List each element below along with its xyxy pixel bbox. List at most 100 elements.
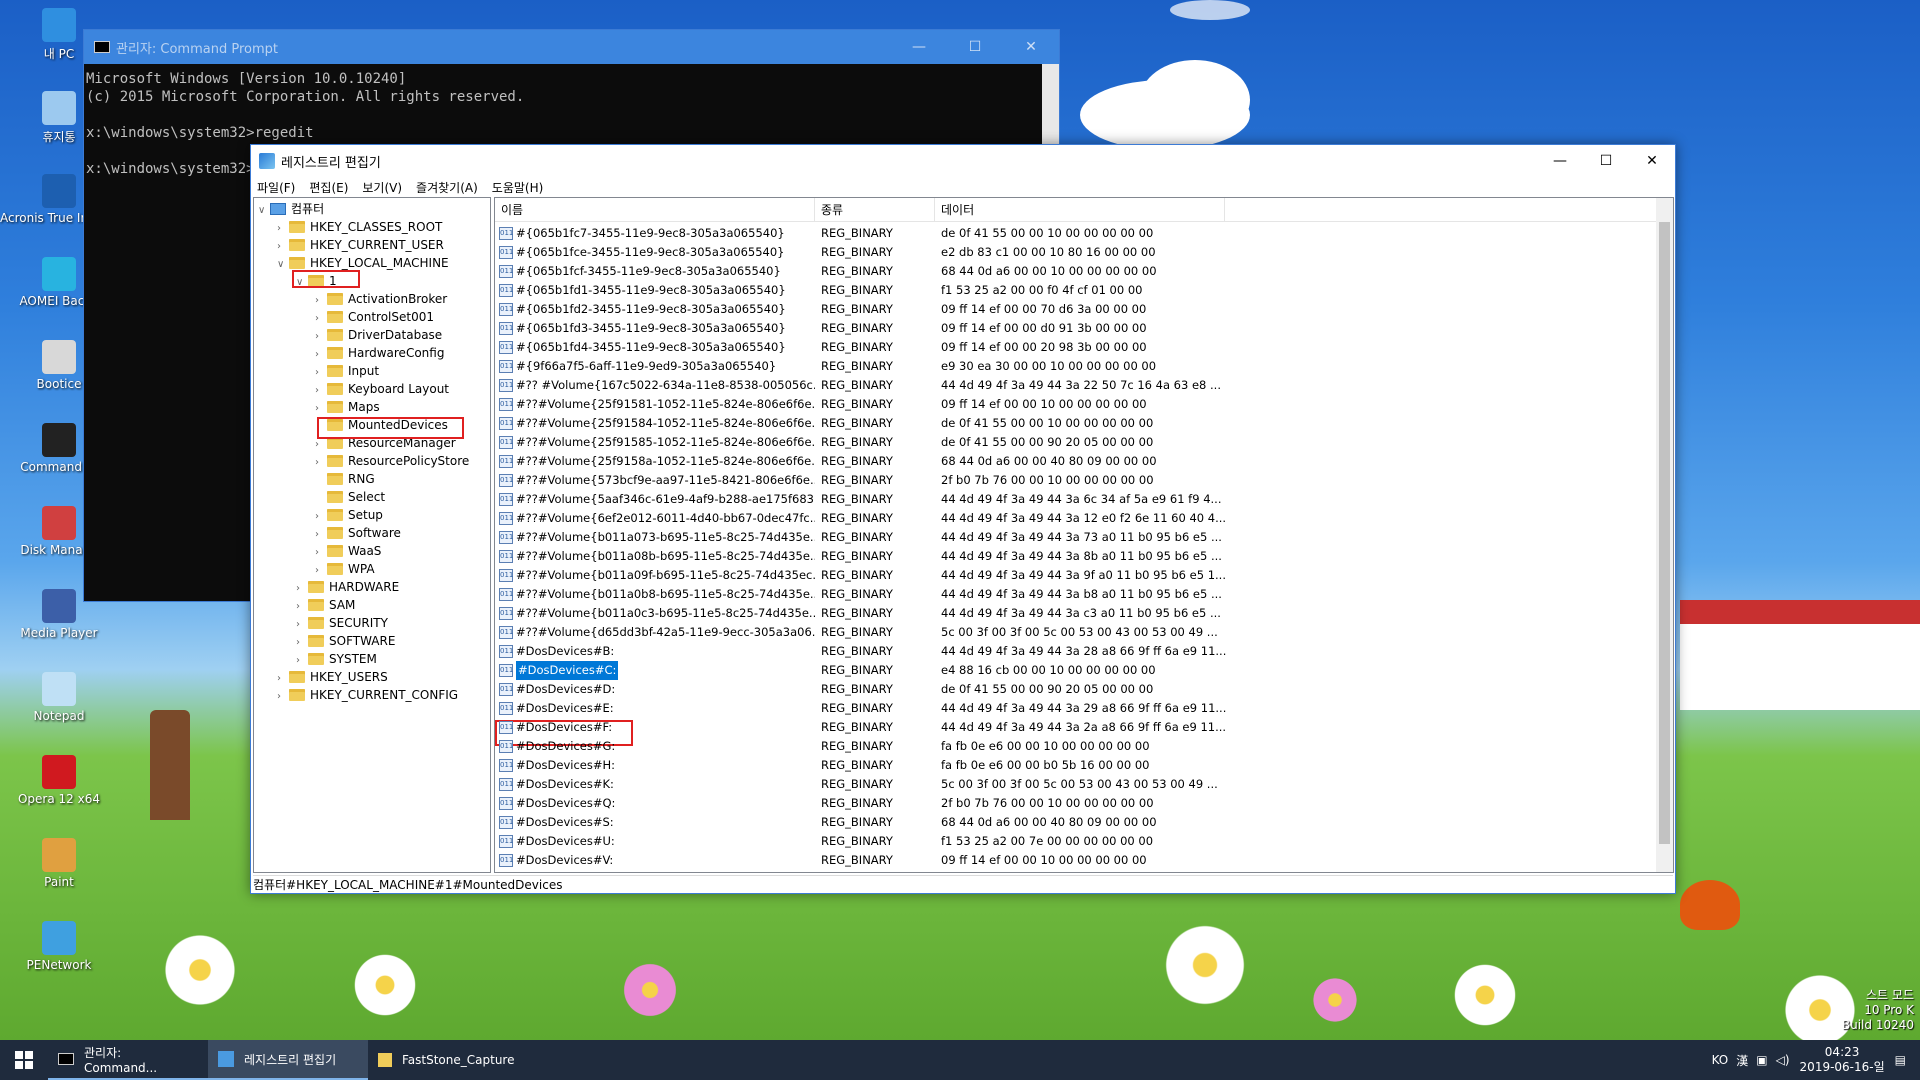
tree-node[interactable]: › WPA: [315, 560, 375, 578]
tree-node[interactable]: › Keyboard Layout: [315, 380, 449, 398]
taskbar-item-regedit[interactable]: 레지스트리 편집기: [208, 1040, 368, 1080]
table-row[interactable]: 011 #??#Volume{d65dd3bf-42a5-11e9-9ecc-30…: [499, 623, 1235, 642]
table-row[interactable]: 011 #?? #Volume{167c5022-634a-11e8-8538-0…: [499, 376, 1235, 395]
minimize-icon[interactable]: —: [1537, 153, 1583, 169]
taskbar-item-command-prompt[interactable]: 관리자: Command...: [48, 1040, 208, 1080]
scrollbar-thumb[interactable]: [1659, 222, 1670, 844]
taskbar-item-faststone[interactable]: FastStone_Capture: [368, 1040, 528, 1080]
list-scrollbar[interactable]: [1656, 198, 1673, 872]
close-icon[interactable]: ✕: [1003, 39, 1059, 55]
tree-node[interactable]: Select: [315, 488, 385, 506]
table-row[interactable]: 011 #DosDevices#V: REG_BINARY 09 ff 14 ef 0…: [499, 851, 1235, 870]
table-row[interactable]: 011 #DosDevices#G: REG_BINARY fa fb 0e e6 0…: [499, 737, 1235, 756]
registry-editor-window[interactable]: 레지스트리 편집기 — ☐ ✕ 파일(F) 편집(E) 보기(V) 즐겨찾기(A…: [250, 144, 1676, 894]
table-row[interactable]: 011 #{065b1fce-3455-11e9-9ec8-305a3a06554…: [499, 243, 1235, 262]
table-row[interactable]: 011 #DosDevices#K: REG_BINARY 5c 00 3f 00 3…: [499, 775, 1235, 794]
column-name[interactable]: 이름: [495, 198, 815, 221]
ime-hanja-icon[interactable]: 漢: [1736, 1052, 1748, 1069]
regedit-titlebar[interactable]: 레지스트리 편집기 — ☐ ✕: [251, 145, 1675, 177]
menu-favorites[interactable]: 즐겨찾기(A): [416, 179, 478, 196]
chevron-down-icon[interactable]: ∨: [258, 202, 270, 220]
close-icon[interactable]: ✕: [1629, 153, 1675, 169]
flower: [1450, 960, 1520, 1030]
menu-view[interactable]: 보기(V): [362, 179, 402, 196]
ime-indicator[interactable]: KO: [1712, 1053, 1729, 1067]
table-row[interactable]: 011 #DosDevices#S: REG_BINARY 68 44 0d a6 0…: [499, 813, 1235, 832]
column-type[interactable]: 종류: [815, 198, 935, 221]
tree-node[interactable]: › HKEY_CURRENT_CONFIG: [277, 686, 458, 704]
table-row[interactable]: 011 #??#Volume{25f91584-1052-11e5-824e-80…: [499, 414, 1235, 433]
tree-node[interactable]: › WaaS: [315, 542, 381, 560]
table-row[interactable]: 011 #DosDevices#U: REG_BINARY f1 53 25 a2 0…: [499, 832, 1235, 851]
network-icon[interactable]: ▣: [1756, 1053, 1767, 1067]
tree-node[interactable]: › HARDWARE: [296, 578, 399, 596]
value-list[interactable]: 이름 종류 데이터 011 #{065b1fc7-3455-11e9-9ec8-3…: [494, 197, 1674, 873]
table-row[interactable]: 011 #??#Volume{b011a09f-b695-11e5-8c25-74…: [499, 566, 1235, 585]
table-row[interactable]: 011 #DosDevices#B: REG_BINARY 44 4d 49 4f 3…: [499, 642, 1235, 661]
table-row[interactable]: 011 #??#Volume{b011a0b8-b695-11e5-8c25-74…: [499, 585, 1235, 604]
tree-node[interactable]: › Input: [315, 362, 379, 380]
table-row[interactable]: 011 #DosDevices#F: REG_BINARY 44 4d 49 4f 3…: [499, 718, 1235, 737]
desktop-icon[interactable]: Notepad: [0, 672, 118, 723]
column-data[interactable]: 데이터: [935, 198, 1225, 221]
binary-value-icon: 011: [499, 588, 513, 601]
table-row[interactable]: 011 #{065b1fc7-3455-11e9-9ec8-305a3a06554…: [499, 224, 1235, 243]
desktop-icon[interactable]: Paint: [0, 838, 118, 889]
tree-node[interactable]: › Software: [315, 524, 401, 542]
tree-node[interactable]: › ControlSet001: [315, 308, 434, 326]
table-row[interactable]: 011 #??#Volume{b011a08b-b695-11e5-8c25-74…: [499, 547, 1235, 566]
tree-node[interactable]: › SYSTEM: [296, 650, 377, 668]
chevron-right-icon[interactable]: ›: [277, 688, 289, 706]
maximize-icon[interactable]: ☐: [1583, 153, 1629, 169]
tree-node[interactable]: › SAM: [296, 596, 355, 614]
tree-node[interactable]: › Maps: [315, 398, 380, 416]
table-row[interactable]: 011 #{9f66a7f5-6aff-11e9-9ed9-305a3a06554…: [499, 357, 1235, 376]
table-row[interactable]: 011 #??#Volume{6ef2e012-6011-4d40-bb67-0d…: [499, 509, 1235, 528]
table-row[interactable]: 011 #{065b1fd4-3455-11e9-9ec8-305a3a06554…: [499, 338, 1235, 357]
clock[interactable]: 04:23 2019-06-16-일: [1800, 1045, 1885, 1075]
table-row[interactable]: 011 #{065b1fcf-3455-11e9-9ec8-305a3a06554…: [499, 262, 1235, 281]
minimize-icon[interactable]: —: [891, 39, 947, 55]
table-row[interactable]: 011 #??#Volume{25f91581-1052-11e5-824e-80…: [499, 395, 1235, 414]
computer-icon: [270, 203, 286, 215]
table-row[interactable]: 011 #DosDevices#E: REG_BINARY 44 4d 49 4f 3…: [499, 699, 1235, 718]
tree-node[interactable]: › SOFTWARE: [296, 632, 395, 650]
table-row[interactable]: 011 #??#Volume{25f9158a-1052-11e5-824e-80…: [499, 452, 1235, 471]
tree-node[interactable]: › DriverDatabase: [315, 326, 442, 344]
tree-node[interactable]: › SECURITY: [296, 614, 388, 632]
tree-node[interactable]: › ResourcePolicyStore: [315, 452, 469, 470]
menu-file[interactable]: 파일(F): [257, 179, 295, 196]
table-row[interactable]: 011 #??#Volume{5aaf346c-61e9-4af9-b288-ae…: [499, 490, 1235, 509]
chevron-down-icon[interactable]: ∨: [277, 256, 289, 274]
maximize-icon[interactable]: ☐: [947, 39, 1003, 55]
table-row[interactable]: 011 #{065b1fd2-3455-11e9-9ec8-305a3a06554…: [499, 300, 1235, 319]
table-row[interactable]: 011 #DosDevices#Q: REG_BINARY 2f b0 7b 76 0…: [499, 794, 1235, 813]
desktop-icon[interactable]: Opera 12 x64: [0, 755, 118, 806]
table-row[interactable]: 011 #??#Volume{573bcf9e-aa97-11e5-8421-80…: [499, 471, 1235, 490]
tree-node[interactable]: RNG: [315, 470, 375, 488]
menu-edit[interactable]: 편집(E): [309, 179, 348, 196]
table-row[interactable]: 011 #??#Volume{b011a0c3-b695-11e5-8c25-74…: [499, 604, 1235, 623]
menu-help[interactable]: 도움말(H): [492, 179, 544, 196]
tree-node[interactable]: › Setup: [315, 506, 383, 524]
table-row[interactable]: 011 #DosDevices#C: REG_BINARY e4 88 16 cb 0…: [499, 661, 1235, 680]
notification-icon[interactable]: ▤: [1895, 1053, 1906, 1067]
table-row[interactable]: 011 #{065b1fd3-3455-11e9-9ec8-305a3a06554…: [499, 319, 1235, 338]
tree-node[interactable]: › HardwareConfig: [315, 344, 444, 362]
table-row[interactable]: 011 #??#Volume{25f91585-1052-11e5-824e-80…: [499, 433, 1235, 452]
tree-node[interactable]: › HKEY_CLASSES_ROOT: [277, 218, 442, 236]
tree-node[interactable]: › HKEY_USERS: [277, 668, 388, 686]
value-type: REG_BINARY: [821, 644, 893, 658]
table-row[interactable]: 011 #DosDevices#H: REG_BINARY fa fb 0e e6 0…: [499, 756, 1235, 775]
start-button[interactable]: [0, 1040, 48, 1080]
tree-node[interactable]: › ActivationBroker: [315, 290, 447, 308]
table-row[interactable]: 011 #DosDevices#D: REG_BINARY de 0f 41 55 0…: [499, 680, 1235, 699]
tree-node[interactable]: › HKEY_CURRENT_USER: [277, 236, 444, 254]
registry-tree[interactable]: ∨ 컴퓨터 › HKEY_CLASSES_ROOT › HKEY_CURRENT_USER…: [253, 197, 491, 873]
volume-icon[interactable]: ◁): [1776, 1053, 1790, 1067]
desktop-icon[interactable]: PENetwork: [0, 921, 118, 972]
table-row[interactable]: 011 #??#Volume{b011a073-b695-11e5-8c25-74…: [499, 528, 1235, 547]
tree-node[interactable]: ∨ 컴퓨터: [258, 200, 324, 218]
cmd-titlebar[interactable]: 관리자: Command Prompt — ☐ ✕: [84, 30, 1059, 64]
table-row[interactable]: 011 #{065b1fd1-3455-11e9-9ec8-305a3a06554…: [499, 281, 1235, 300]
